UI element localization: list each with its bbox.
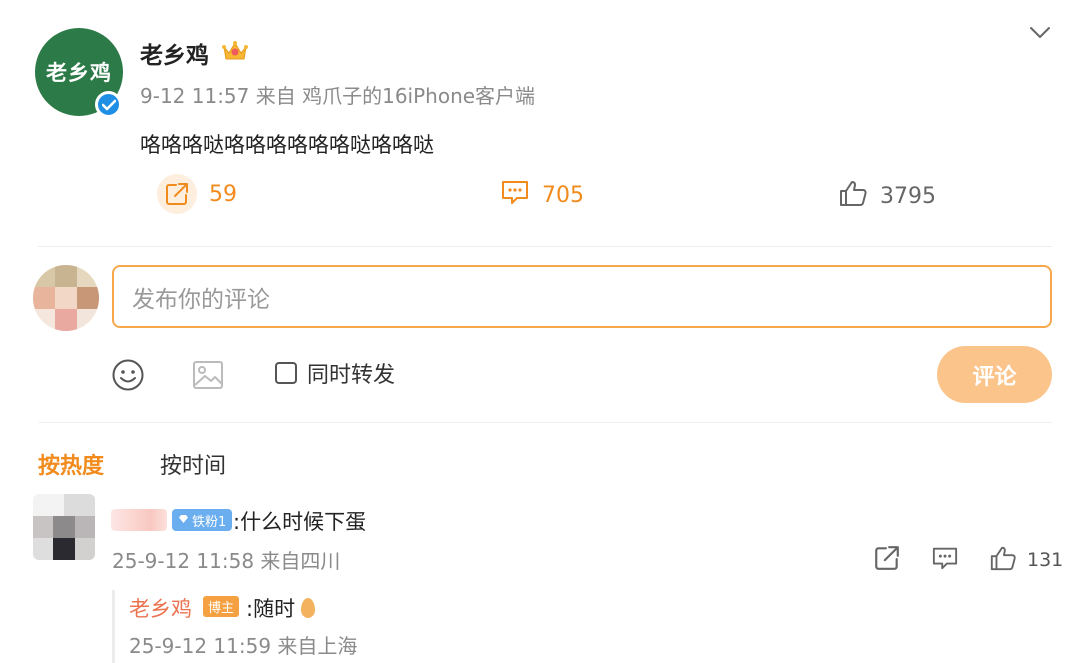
host-badge: 博主: [203, 596, 240, 617]
comment-icon: [500, 178, 530, 212]
sort-by-time-tab[interactable]: 按时间: [160, 448, 226, 480]
divider: [38, 422, 1052, 423]
repost-icon[interactable]: [873, 544, 901, 576]
current-user-avatar[interactable]: [33, 265, 99, 331]
post-text: 咯咯咯哒咯咯咯咯咯咯哒咯咯哒: [140, 133, 434, 157]
submit-comment-button[interactable]: 评论: [937, 346, 1052, 403]
like-count: 3795: [880, 183, 936, 209]
commenter-avatar[interactable]: [33, 494, 95, 560]
reply-text: :随时: [246, 597, 296, 621]
fan-badge: 铁粉1: [172, 509, 233, 531]
comment-actions: 131: [873, 544, 1063, 576]
repost-button[interactable]: 59: [157, 174, 237, 214]
comment-text: :什么时候下蛋: [233, 510, 367, 534]
image-icon[interactable]: [191, 358, 225, 396]
repost-icon: [157, 174, 197, 214]
reply-thread-line: [112, 590, 115, 663]
reply-text-wrap: :随时: [246, 593, 316, 623]
emoji-icon[interactable]: [111, 358, 145, 396]
commenter-name[interactable]: [111, 509, 167, 531]
thumbs-up-icon[interactable]: [989, 544, 1017, 576]
egg-icon: [301, 598, 316, 618]
comment-input-placeholder: 发布你的评论: [132, 286, 270, 313]
also-repost-label: 同时转发: [307, 363, 396, 388]
comment-count: 705: [542, 182, 584, 208]
like-button[interactable]: 3795: [838, 178, 936, 214]
repost-count: 59: [209, 181, 237, 207]
submit-comment-label: 评论: [972, 364, 1017, 390]
fan-badge-label: 铁粉1: [192, 514, 227, 530]
diamond-icon: [178, 513, 189, 528]
comment-button[interactable]: 705: [500, 178, 584, 212]
reply-author-name[interactable]: 老乡鸡: [129, 593, 192, 623]
comment-like-count: 131: [1027, 549, 1064, 571]
post-meta: 9-12 11:57 来自 鸡爪子的16iPhone客户端: [140, 84, 536, 108]
reply-meta: 25-9-12 11:59 来自上海: [129, 634, 358, 658]
avatar-text: 老乡鸡: [46, 61, 112, 85]
thumbs-up-icon: [838, 178, 868, 214]
comment-icon[interactable]: [931, 545, 959, 575]
comment-input[interactable]: 发布你的评论: [112, 265, 1052, 328]
also-repost-checkbox[interactable]: 同时转发: [275, 357, 395, 389]
chevron-down-icon[interactable]: [1028, 24, 1052, 46]
verified-icon: [95, 91, 122, 118]
sort-by-hot-tab[interactable]: 按热度: [38, 448, 104, 480]
checkbox-box[interactable]: [275, 362, 297, 384]
author-name[interactable]: 老乡鸡: [140, 36, 209, 70]
divider: [38, 246, 1052, 247]
crown-icon: [222, 39, 248, 67]
comment-meta: 25-9-12 11:58 来自四川: [112, 549, 341, 573]
